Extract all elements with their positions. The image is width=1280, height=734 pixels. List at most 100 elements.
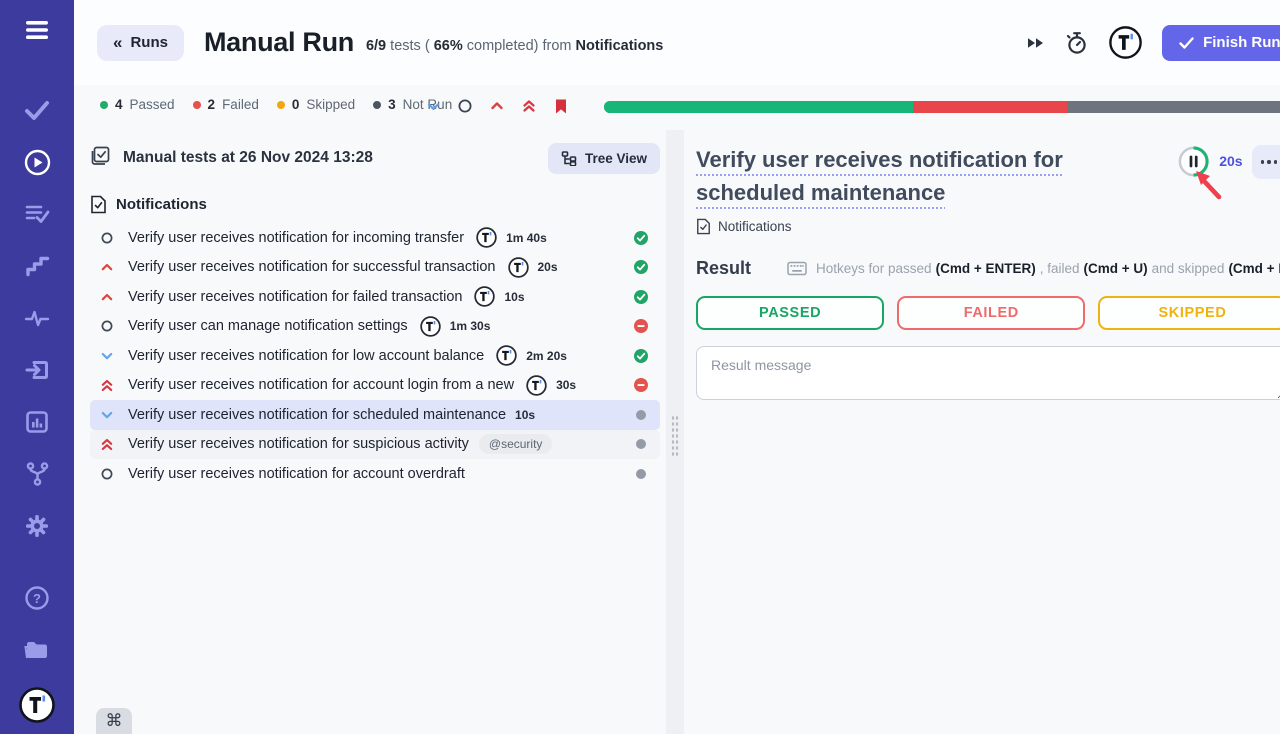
priority-critical-icon [100,437,115,452]
status-passed-icon [632,288,649,305]
status-row: 4 Passed 2 Failed 0 Skipped 3 Not Run [74,85,1280,130]
status-notrun-icon [632,436,649,453]
test-title: Verify user receives notification for sc… [128,407,506,423]
status-passed-icon [632,259,649,276]
analytics-icon[interactable] [0,396,74,448]
pause-timer-button[interactable] [1177,145,1210,178]
hotkeys-hint: Hotkeys for passed(Cmd + ENTER) , failed… [787,261,1280,276]
passed-button[interactable]: PASSED [696,296,884,330]
test-title: Verify user receives notification for su… [128,436,469,452]
failed-counter: 2 Failed [193,97,259,112]
priority-critical-icon [100,378,115,393]
skipped-button[interactable]: SKIPPED [1098,296,1280,330]
priority-critical-filter-icon[interactable] [518,95,540,117]
status-notrun-icon [632,406,649,423]
steps-icon[interactable] [0,240,74,292]
testomat-header-logo[interactable] [1109,26,1142,59]
priority-high-icon [100,289,115,304]
priority-normal-icon [100,319,115,334]
sort-chevron-down-icon[interactable] [422,95,444,117]
finish-run-button[interactable]: Finish Run [1162,25,1280,61]
failed-button[interactable]: FAILED [897,296,1085,330]
timer-value: 20s [1219,153,1242,169]
test-row[interactable]: Verify user receives notification for su… [90,430,660,460]
test-row[interactable]: Verify user receives notification for ac… [90,371,660,401]
result-message-input[interactable] [696,346,1280,400]
test-row[interactable]: Verify user receives notification for lo… [90,341,660,371]
topbar: « Runs Manual Run 6/9 tests ( 66% comple… [74,0,1280,85]
main-area: « Runs Manual Run 6/9 tests ( 66% comple… [74,0,1280,734]
test-detail-title: Verify user receives notification for sc… [696,143,1136,209]
skip-forward-icon[interactable] [1026,35,1045,51]
tests-check-icon[interactable] [0,84,74,136]
bookmark-filter-icon[interactable] [550,95,572,117]
testomat-logo-icon [476,227,497,248]
back-icon: « [113,33,122,53]
test-title: Verify user receives notification for in… [128,230,464,246]
test-row[interactable]: Verify user receives notification for ac… [90,459,660,489]
test-title: Verify user receives notification for su… [128,259,496,275]
test-row[interactable]: Verify user receives notification for in… [90,223,660,253]
test-row[interactable]: Verify user receives notification for sc… [90,400,660,430]
import-icon[interactable] [0,344,74,396]
test-title: Verify user receives notification for ac… [128,466,465,482]
check-icon [1179,37,1194,49]
suite-name: Notifications [576,38,664,54]
test-row[interactable]: Verify user can manage notification sett… [90,312,660,342]
run-name: Manual tests at 26 Nov 2024 13:28 [123,149,373,167]
test-list: Verify user receives notification for in… [90,223,660,489]
tests-count: 6/9 [366,38,386,54]
test-row[interactable]: Verify user receives notification for su… [90,253,660,283]
test-duration: 30s [556,378,576,392]
test-tag: @security [479,434,553,454]
progress-notrun-segment [1067,101,1280,113]
testomat-logo-icon [496,345,517,366]
pulse-icon[interactable] [0,292,74,344]
sidebar: ? [0,0,74,734]
test-duration: 1m 30s [450,319,491,333]
drag-handle[interactable] [671,415,679,457]
test-row[interactable]: Verify user receives notification for fa… [90,282,660,312]
stopwatch-icon[interactable] [1065,30,1089,56]
panel-divider[interactable] [666,130,684,734]
help-icon[interactable]: ? [0,572,74,624]
testomat-logo-icon [474,286,495,307]
result-counters: 4 Passed 2 Failed 0 Skipped 3 Not Run [100,97,452,112]
passed-dot [100,101,108,109]
skipped-dot [277,101,285,109]
run-progress-bar [604,101,1280,113]
run-checklist-icon [90,145,111,171]
priority-high-filter-icon[interactable] [486,95,508,117]
breadcrumb[interactable]: Notifications [696,218,1280,235]
breadcrumb-doc-icon [696,218,711,235]
hotkeys-shortcut-badge[interactable]: ⌘ [96,708,132,734]
menu-icon[interactable] [0,0,74,60]
suite-group-header[interactable]: Notifications [90,189,660,219]
back-to-runs-button[interactable]: « Runs [97,25,184,61]
back-label: Runs [130,34,168,51]
completed-percent: 66% [434,38,463,54]
status-failed-icon [632,318,649,335]
priority-filters [422,95,572,117]
test-title: Verify user receives notification for fa… [128,289,462,305]
notrun-dot [373,101,381,109]
test-duration: 2m 20s [526,349,567,363]
testomat-logo [0,676,74,734]
cmd-icon: ⌘ [106,711,123,731]
page-title: Manual Run [204,27,354,58]
test-title: Verify user receives notification for lo… [128,348,484,364]
priority-low-icon [100,407,115,422]
test-plans-icon[interactable] [0,188,74,240]
keyboard-icon [787,261,807,276]
priority-normal-filter-icon[interactable] [454,95,476,117]
projects-icon[interactable] [0,624,74,676]
branches-icon[interactable] [0,448,74,500]
runs-play-icon[interactable] [0,136,74,188]
settings-icon[interactable] [0,500,74,552]
testomat-logo-icon [526,375,547,396]
test-title: Verify user can manage notification sett… [128,318,408,334]
tree-view-toggle[interactable]: Tree View [548,143,660,174]
more-icon[interactable] [1252,145,1280,179]
test-duration: 20s [538,260,558,274]
status-passed-icon [632,229,649,246]
